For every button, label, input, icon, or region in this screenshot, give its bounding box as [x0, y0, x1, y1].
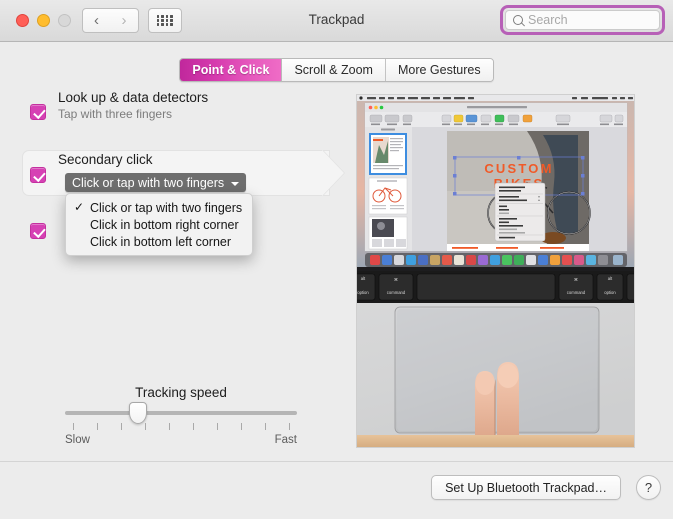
tab-label: More Gestures [397, 63, 481, 77]
set-up-bluetooth-trackpad-button[interactable]: Set Up Bluetooth Trackpad… [431, 475, 621, 500]
menu-item-label: Click in bottom right corner [90, 217, 239, 232]
gesture-demo-video[interactable]: CUSTOM BIKES [356, 94, 635, 448]
tab-more-gestures[interactable]: More Gestures [385, 59, 493, 81]
tracking-speed-label: Tracking speed [135, 385, 227, 400]
tab-label: Point & Click [192, 63, 270, 77]
trackpad-preferences-window: ‹ › Trackpad Search Point & Click Scroll… [0, 0, 673, 519]
keycap-label-command-right: command [567, 290, 586, 295]
window-titlebar: ‹ › Trackpad Search [0, 0, 673, 42]
slider-tick [289, 423, 290, 430]
keycap-label-option-left: option [357, 290, 369, 295]
option-look-up-and-data-detectors[interactable]: Look up & data detectors Tap with three … [22, 90, 342, 121]
chevron-down-icon [231, 181, 240, 186]
help-button[interactable]: ? [636, 475, 661, 500]
secondary-click-dropdown-menu[interactable]: ✓ Click or tap with two fingers Click in… [65, 193, 253, 256]
tracking-speed-min-label: Slow [65, 434, 90, 446]
tracking-speed-slider-ticks [65, 423, 297, 430]
set-up-bluetooth-trackpad-label: Set Up Bluetooth Trackpad… [445, 480, 607, 495]
menu-item-label: Click in bottom left corner [90, 234, 232, 249]
tab-bar: Point & Click Scroll & Zoom More Gesture… [0, 58, 673, 82]
preferences-content: Look up & data detectors Tap with three … [22, 90, 651, 458]
tab-point-and-click[interactable]: Point & Click [180, 59, 283, 81]
menu-item-click-in-bottom-left-corner[interactable]: Click in bottom left corner [66, 233, 252, 250]
slider-tick [145, 423, 146, 430]
secondary-click-popup-button[interactable]: Click or tap with two fingers [65, 173, 247, 192]
option-subtitle: Tap with three fingers [58, 107, 173, 121]
checkbox-secondary-click[interactable] [30, 167, 46, 183]
tracking-speed-slider-thumb[interactable] [129, 402, 148, 424]
slider-tick [265, 423, 266, 430]
slider-tick [193, 423, 194, 430]
slider-tick [121, 423, 122, 430]
slider-tick [217, 423, 218, 430]
gesture-options-list: Look up & data detectors Tap with three … [22, 90, 344, 458]
tracking-speed-max-label: Fast [274, 434, 297, 446]
option-title: Secondary click [58, 152, 153, 167]
keycap-label-option-right: option [604, 290, 616, 295]
tracking-speed-slider[interactable] [65, 402, 297, 424]
keycap-label-command-left: command [387, 290, 406, 295]
checkmark-icon: ✓ [74, 200, 85, 214]
window-footer: Set Up Bluetooth Trackpad… ? [0, 461, 673, 519]
tracking-speed-range-labels: Slow Fast [65, 434, 297, 446]
search-icon [512, 14, 525, 27]
tab-scroll-and-zoom[interactable]: Scroll & Zoom [282, 59, 386, 81]
secondary-click-popup-value: Click or tap with two fingers [72, 175, 225, 190]
menu-item-click-in-bottom-right-corner[interactable]: Click in bottom right corner [66, 216, 252, 233]
tracking-speed-control: Tracking speed Slow Fast [65, 385, 297, 446]
svg-text:⌘: ⌘ [574, 277, 578, 282]
option-title: Look up & data detectors [58, 90, 209, 105]
svg-text:⌘: ⌘ [394, 277, 398, 282]
slider-tick [97, 423, 98, 430]
help-icon: ? [644, 480, 653, 495]
menu-item-click-or-tap-with-two-fingers[interactable]: ✓ Click or tap with two fingers [66, 199, 252, 216]
slider-tick [241, 423, 242, 430]
tab-label: Scroll & Zoom [294, 63, 373, 77]
search-placeholder: Search [528, 13, 568, 27]
slider-tick [73, 423, 74, 430]
menu-item-label: Click or tap with two fingers [90, 200, 243, 215]
search-input[interactable]: Search [505, 10, 660, 30]
checkbox-look-up-and-data-detectors[interactable] [30, 104, 46, 120]
option-secondary-click[interactable]: Secondary click [22, 152, 342, 183]
checkbox-third-option[interactable] [30, 223, 46, 239]
search-focus-ring: Search [500, 5, 665, 35]
gesture-demo-illustration: CUSTOM BIKES [357, 95, 634, 447]
document-headline-line1: CUSTOM [484, 161, 553, 176]
slider-tick [169, 423, 170, 430]
